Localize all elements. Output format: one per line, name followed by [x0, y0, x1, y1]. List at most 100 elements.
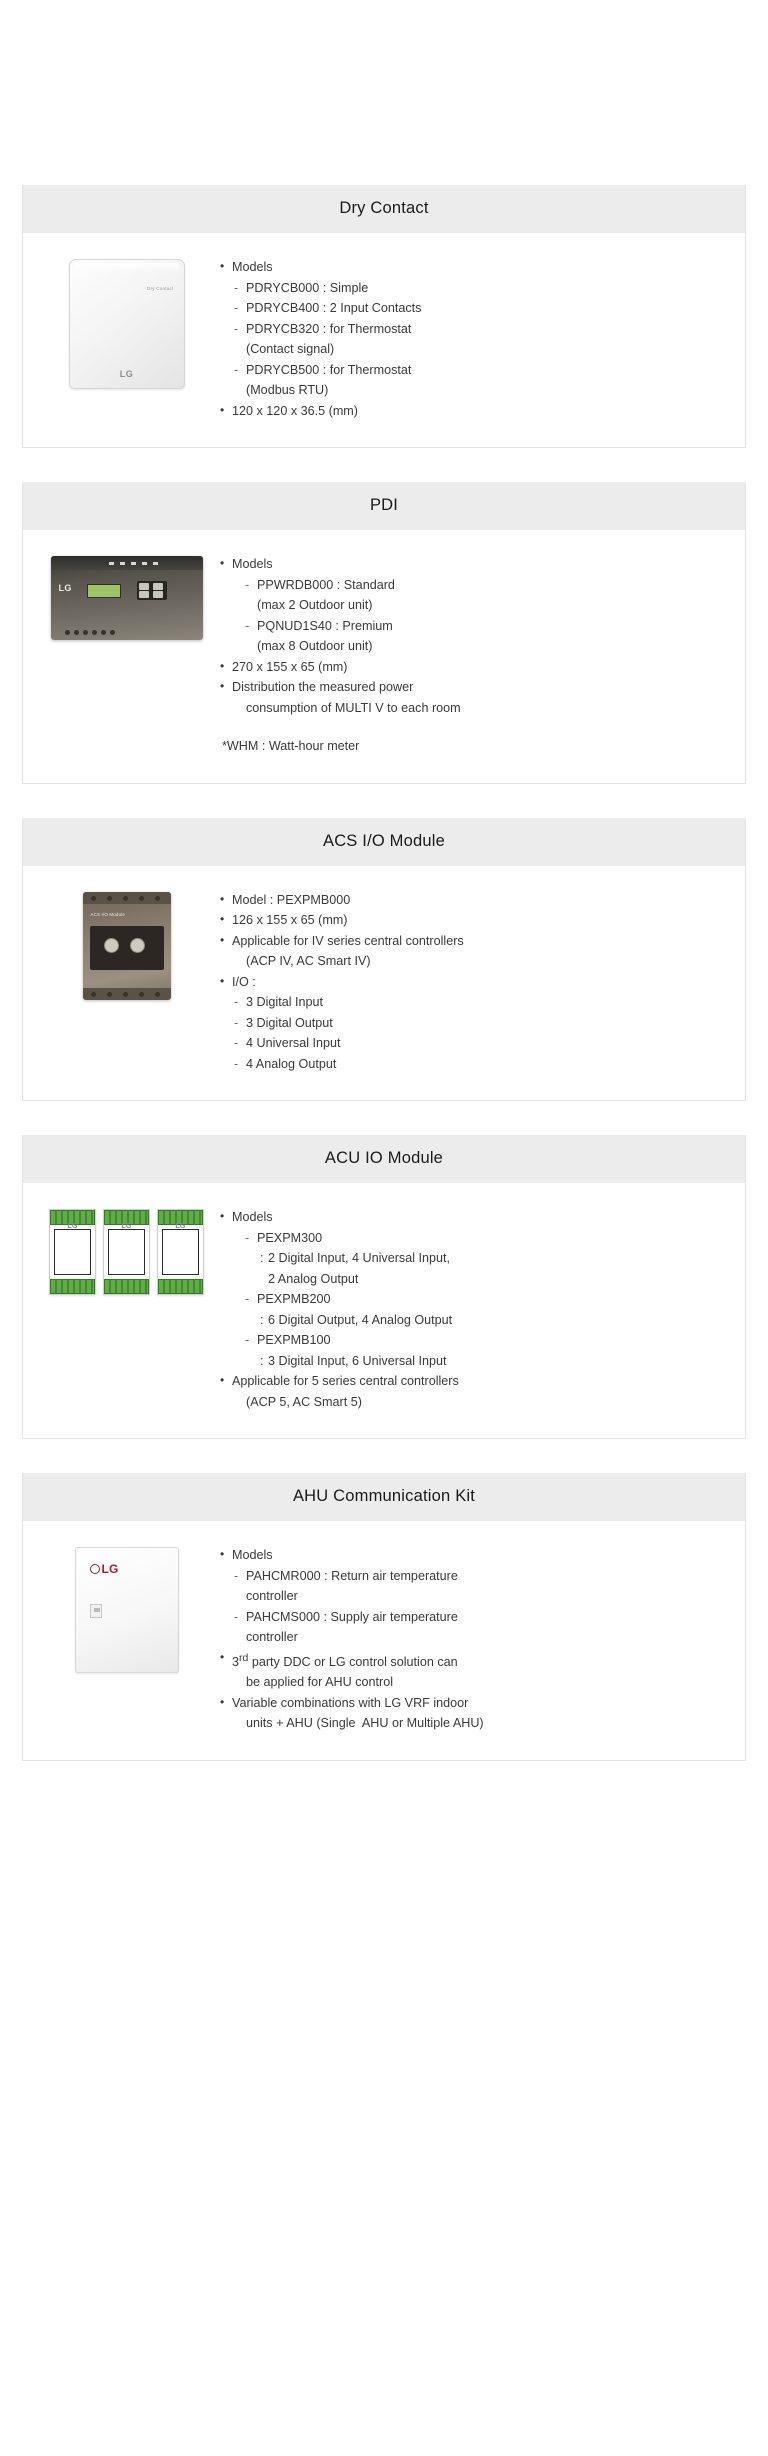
- spec-line: Applicable for IV series central control…: [220, 930, 729, 952]
- spec-line: 6 Digital Output, 4 Analog Output: [220, 1310, 729, 1331]
- device-display-panel: [89, 925, 164, 970]
- product-image-column: Dry Contact LG: [39, 255, 214, 389]
- product-card-dry-contact: Dry Contact Dry Contact LG Models PDRYCB…: [22, 185, 746, 448]
- page-top-spacer: [0, 0, 768, 185]
- product-spec-column: Models PAHCMR000 : Return air temperatur…: [214, 1543, 729, 1734]
- spec-line: PEXPM300: [220, 1228, 729, 1249]
- device-faceplate-label: Dry Contact: [147, 286, 174, 291]
- product-image-column: LG ACU IO LG ACU IO LG: [39, 1205, 214, 1295]
- spec-line: PEXPMB200: [220, 1289, 729, 1310]
- spec-list: Models PAHCMR000 : Return air temperatur…: [220, 1544, 729, 1734]
- acu-io-module-device-image: LG ACU IO LG ACU IO LG: [49, 1209, 204, 1295]
- spec-line: 3 Digital Input, 6 Universal Input: [220, 1351, 729, 1372]
- card-body: Dry Contact LG Models PDRYCB000 : Simple…: [23, 233, 745, 447]
- card-body: LG Models PAHCMR000 : Return air tempera…: [23, 1521, 745, 1760]
- product-image-column: LG: [39, 552, 214, 640]
- lg-logo: LG: [89, 1562, 119, 1576]
- spec-line: 2 Digital Input, 4 Universal Input,: [220, 1248, 729, 1269]
- lg-logo: LG: [67, 1223, 78, 1230]
- spec-list: Models PEXPM300 2 Digital Input, 4 Unive…: [220, 1206, 729, 1412]
- lcd-display-icon: [86, 584, 121, 598]
- card-title: ACS I/O Module: [23, 817, 745, 866]
- spec-line: 3 Digital Input: [220, 992, 729, 1013]
- spec-list: Models PPWRDB000 : Standard (max 2 Outdo…: [220, 553, 729, 757]
- spec-line: PDRYCB400 : 2 Input Contacts: [220, 298, 729, 319]
- ahu-communication-kit-device-image: LG: [74, 1547, 179, 1673]
- lg-logo-mark-icon: [89, 1564, 100, 1574]
- spec-line: Models: [220, 1206, 729, 1228]
- product-card-acs-io-module: ACS I/O Module ACS I/O Module • Model: …: [22, 817, 746, 1101]
- spec-line: 270 x 155 x 65 (mm): [220, 656, 729, 678]
- spec-list: Models PDRYCB000 : Simple PDRYCB400 : 2 …: [220, 256, 729, 422]
- spec-line: Distribution the measured power: [220, 676, 729, 698]
- product-spec-column: Model : PEXPMB000 126 x 155 x 65 (mm) Ap…: [214, 888, 729, 1075]
- spec-line: be applied for AHU control: [246, 1675, 394, 1690]
- spec-line: units + AHU (Single AHU or Multiple AHU): [246, 1716, 484, 1731]
- product-image-column: ACS I/O Module: [39, 888, 214, 1000]
- rotary-dial-icon: [129, 937, 145, 953]
- unit-body: [54, 1229, 91, 1275]
- spec-line: 2 Analog Output: [268, 1271, 359, 1286]
- product-card-pdi: PDI LG • Models - PPWRDB000: Standard (…: [22, 482, 746, 784]
- spec-line: controller: [246, 1589, 298, 1603]
- card-body: LG ACU IO LG ACU IO LG: [23, 1183, 745, 1438]
- product-card-acu-io-module: ACU IO Module LG ACU IO LG ACU IO: [22, 1135, 746, 1439]
- product-spec-column: Models PDRYCB000 : Simple PDRYCB400 : 2 …: [214, 255, 729, 421]
- spec-line: 126 x 155 x 65 (mm): [220, 909, 729, 931]
- spec-spacer: [220, 718, 729, 736]
- spec-line: PQNUD1S40 : Premium: [220, 616, 729, 637]
- lg-logo-text: LG: [101, 1562, 119, 1576]
- spec-line: (Modbus RTU): [246, 383, 329, 397]
- spec-line: PDRYCB000 : Simple: [220, 278, 729, 299]
- terminal-row-bottom: [82, 987, 171, 1000]
- spec-line: consumption of MULTI V to each room: [246, 700, 461, 715]
- spec-line: PAHCMS000 : Supply air temperature: [220, 1607, 729, 1628]
- pdi-device-image: LG: [50, 556, 203, 640]
- device-faceplate-label: ACS I/O Module: [90, 911, 126, 917]
- product-spec-column: Models PPWRDB000 : Standard (max 2 Outdo…: [214, 552, 729, 757]
- spec-line: controller: [246, 1630, 298, 1644]
- spec-line: 4 Universal Input: [220, 1033, 729, 1054]
- card-title: AHU Communication Kit: [23, 1473, 745, 1521]
- dry-contact-device-image: Dry Contact LG: [68, 259, 185, 389]
- spec-line: Models: [220, 1544, 729, 1566]
- footnote: *WHM : Watt-hour meter: [222, 739, 360, 753]
- terminal-row-bottom: [104, 1279, 149, 1294]
- spec-line: (max 2 Outdoor unit): [257, 598, 373, 612]
- product-spec-column: Models PEXPM300 2 Digital Input, 4 Unive…: [214, 1205, 729, 1412]
- card-body: ACS I/O Module Model : PEXPMB000 126 x 1: [23, 865, 745, 1100]
- spec-line: I/O :: [220, 971, 729, 993]
- rotary-dial-icon: [103, 937, 119, 953]
- terminal-row: [64, 630, 115, 635]
- card-title: PDI: [23, 482, 745, 530]
- card-title: ACU IO Module: [23, 1135, 745, 1183]
- spec-line: PDRYCB320 : for Thermostat: [220, 319, 729, 340]
- terminal-row-top: [82, 891, 171, 904]
- spec-line: PEXPMB100: [220, 1330, 729, 1351]
- spec-line: PDRYCB500 : for Thermostat: [220, 360, 729, 381]
- spec-line: (max 8 Outdoor unit): [257, 639, 373, 653]
- lg-logo: LG: [175, 1223, 186, 1230]
- spec-line: Models: [220, 256, 729, 278]
- spec-line: Variable combinations with LG VRF indoor: [220, 1692, 729, 1714]
- lg-logo: LG: [58, 583, 72, 593]
- product-image-column: LG: [39, 1543, 214, 1673]
- spec-line: 3rd party DDC or LG control solution can: [220, 1647, 729, 1673]
- spec-line: PPWRDB000 : Standard: [220, 575, 729, 596]
- accessories-page: Dry Contact Dry Contact LG Models PDRYCB…: [0, 0, 768, 2456]
- acu-io-unit: LG ACU IO: [103, 1209, 150, 1295]
- keypad-icon: [136, 581, 167, 600]
- spec-line: 120 x 120 x 36.5 (mm): [220, 400, 729, 422]
- card-title: Dry Contact: [23, 185, 745, 233]
- lg-logo: LG: [119, 369, 134, 379]
- unit-body: [108, 1229, 145, 1275]
- card-body: LG Models PPWRDB000 : Standard (max 2 Ou…: [23, 530, 745, 783]
- lg-logo: LG: [121, 1223, 132, 1230]
- unit-body: [162, 1229, 199, 1275]
- spec-line: Model : PEXPMB000: [220, 889, 729, 911]
- spec-line: 4 Analog Output: [220, 1054, 729, 1075]
- spec-line: Applicable for 5 series central controll…: [220, 1370, 729, 1392]
- acu-io-unit: LG ACU IO: [49, 1209, 96, 1295]
- acs-io-module-device-image: ACS I/O Module: [82, 891, 171, 1000]
- spec-line: (ACP IV, AC Smart IV): [246, 954, 371, 968]
